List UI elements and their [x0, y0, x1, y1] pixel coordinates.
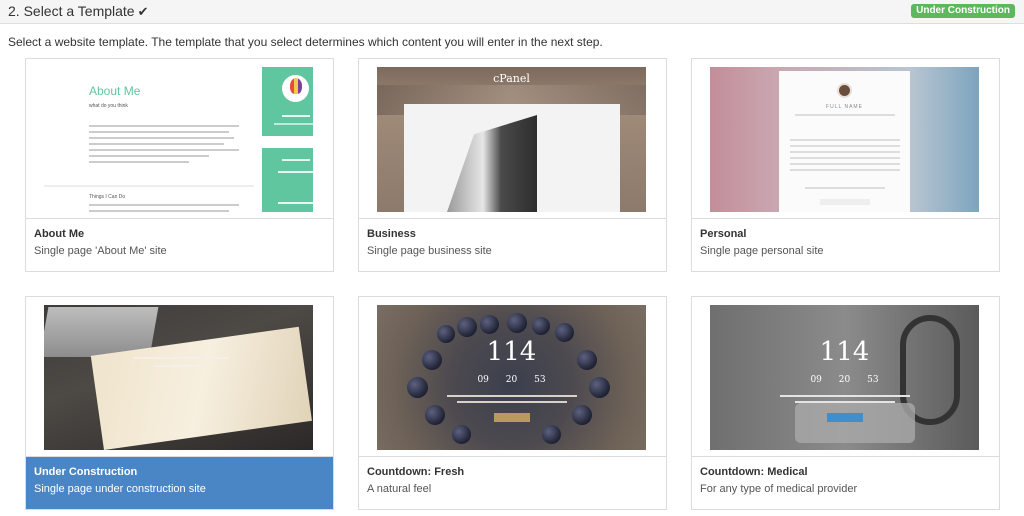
template-description: Single page personal site: [700, 245, 824, 257]
avatar: [837, 83, 852, 98]
template-preview-frame: About Me what do you think Things I Can …: [26, 59, 333, 219]
template-name: Countdown: Fresh: [367, 466, 465, 478]
preview-countdown-days: 114: [819, 337, 870, 367]
step-title: 2. Select a Template ✔: [8, 3, 149, 20]
template-card-countdown-medical[interactable]: 114 09 20 53 Countdown: Medical For any …: [691, 296, 1000, 510]
template-card-countdown-fresh[interactable]: 114 09 20 53 Countdown: Fresh A natural …: [358, 296, 667, 510]
countdown-medical-preview-image: 114 09 20 53: [710, 305, 979, 450]
preview-button: [494, 413, 530, 422]
preview-countdown-time: 09 20 53: [810, 375, 879, 385]
preview-countdown-days: 114: [486, 337, 537, 367]
template-preview-frame: [26, 297, 333, 457]
template-card-personal[interactable]: FULL NAME Personal Single page personal …: [691, 58, 1000, 272]
personal-preview-image: FULL NAME: [710, 67, 979, 212]
under-construction-preview-image: [44, 305, 313, 450]
preview-subtitle: what do you think: [89, 103, 128, 109]
template-name: Business: [367, 228, 416, 240]
template-card-about-me[interactable]: About Me what do you think Things I Can …: [25, 58, 334, 272]
template-card-business[interactable]: cPanel Business Single page business sit…: [358, 58, 667, 272]
template-preview-frame: cPanel: [359, 59, 666, 219]
template-description: Single page 'About Me' site: [34, 245, 167, 257]
step-title-text: 2. Select a Template: [8, 3, 135, 19]
preview-logo: cPanel: [493, 72, 530, 85]
about-me-preview-image: About Me what do you think Things I Can …: [44, 67, 313, 212]
instructions-text: Select a website template. The template …: [8, 35, 603, 49]
balloon-icon: [290, 78, 302, 94]
preview-section-title: Things I Can Do: [89, 194, 126, 200]
template-name: About Me: [34, 228, 85, 240]
preview-heading: FULL NAME: [826, 104, 863, 110]
preview-title: About Me: [89, 84, 141, 98]
business-preview-image: cPanel: [377, 67, 646, 212]
status-badge: Under Construction: [911, 4, 1015, 18]
template-preview-frame: 114 09 20 53: [359, 297, 666, 457]
preview-countdown-time: 09 20 53: [477, 375, 546, 385]
template-name: Personal: [700, 228, 747, 240]
template-description: For any type of medical provider: [700, 483, 858, 495]
step-header: 2. Select a Template ✔ Under Construction: [0, 0, 1024, 24]
template-card-under-construction[interactable]: Under Construction Single page under con…: [25, 296, 334, 510]
template-description: Single page under construction site: [34, 483, 206, 495]
template-name: Countdown: Medical: [700, 466, 808, 478]
template-description: Single page business site: [367, 245, 492, 257]
template-preview-frame: FULL NAME: [692, 59, 999, 219]
template-description: A natural feel: [367, 483, 432, 495]
preview-button: [827, 413, 863, 422]
checkmark-icon: ✔: [137, 4, 149, 19]
template-preview-frame: 114 09 20 53: [692, 297, 999, 457]
template-name: Under Construction: [34, 466, 138, 478]
countdown-fresh-preview-image: 114 09 20 53: [377, 305, 646, 450]
